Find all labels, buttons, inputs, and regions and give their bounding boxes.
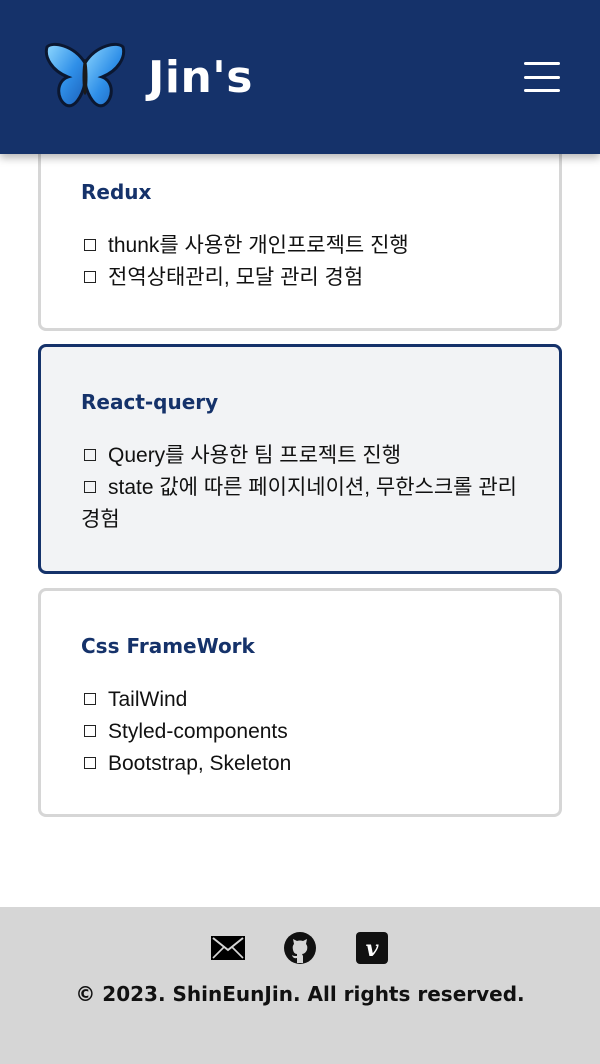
list-item-text: Query를 사용한 팀 프로젝트 진행	[108, 444, 402, 467]
list-item: Query를 사용한 팀 프로젝트 진행	[81, 440, 519, 472]
social-links: v	[0, 931, 600, 965]
list-item: TailWind	[81, 684, 519, 716]
checkbox-icon	[84, 725, 96, 738]
list-item-text: state 값에 따른 페이지네이션, 무한스크롤 관리 경험	[81, 476, 517, 531]
checkbox-icon	[84, 239, 96, 252]
skill-card-css-framework: Css FrameWork TailWind Styled-components…	[38, 588, 562, 817]
list-item-text: 전역상태관리, 모달 관리 경험	[108, 266, 364, 289]
brand-title[interactable]: Jin's	[148, 52, 253, 103]
card-list: thunk를 사용한 개인프로젝트 진행 전역상태관리, 모달 관리 경험	[81, 230, 519, 294]
list-item-text: TailWind	[108, 688, 188, 711]
card-list: Query를 사용한 팀 프로젝트 진행 state 값에 따른 페이지네이션,…	[81, 440, 519, 536]
velog-icon[interactable]: v	[355, 931, 389, 965]
skill-card-redux: Redux thunk를 사용한 개인프로젝트 진행 전역상태관리, 모달 관리…	[38, 130, 562, 331]
hamburger-menu-icon[interactable]	[524, 62, 560, 92]
butterfly-icon[interactable]	[44, 41, 126, 111]
list-item-text: Styled-components	[108, 720, 288, 743]
list-item: 전역상태관리, 모달 관리 경험	[81, 262, 519, 294]
list-item: Bootstrap, Skeleton	[81, 748, 519, 780]
checkbox-icon	[84, 271, 96, 284]
footer: v © 2023. ShinEunJin. All rights reserve…	[0, 907, 600, 1064]
list-item: thunk를 사용한 개인프로젝트 진행	[81, 230, 519, 262]
checkbox-icon	[84, 449, 96, 462]
card-list: TailWind Styled-components Bootstrap, Sk…	[81, 684, 519, 780]
card-title: React-query	[81, 390, 219, 414]
checkbox-icon	[84, 693, 96, 706]
github-icon[interactable]	[283, 931, 317, 965]
mail-icon[interactable]	[211, 931, 245, 965]
checkbox-icon	[84, 757, 96, 770]
list-item: Styled-components	[81, 716, 519, 748]
checkbox-icon	[84, 481, 96, 494]
copyright-text: © 2023. ShinEunJin. All rights reserved.	[75, 982, 525, 1006]
skill-card-react-query[interactable]: React-query Query를 사용한 팀 프로젝트 진행 state 값…	[38, 344, 562, 574]
card-title: Redux	[81, 180, 152, 204]
list-item: state 값에 따른 페이지네이션, 무한스크롤 관리 경험	[81, 472, 519, 536]
card-title: Css FrameWork	[81, 634, 255, 658]
top-navbar: Jin's	[0, 0, 600, 154]
svg-text:v: v	[366, 936, 379, 962]
list-item-text: Bootstrap, Skeleton	[108, 752, 292, 775]
list-item-text: thunk를 사용한 개인프로젝트 진행	[108, 234, 409, 257]
